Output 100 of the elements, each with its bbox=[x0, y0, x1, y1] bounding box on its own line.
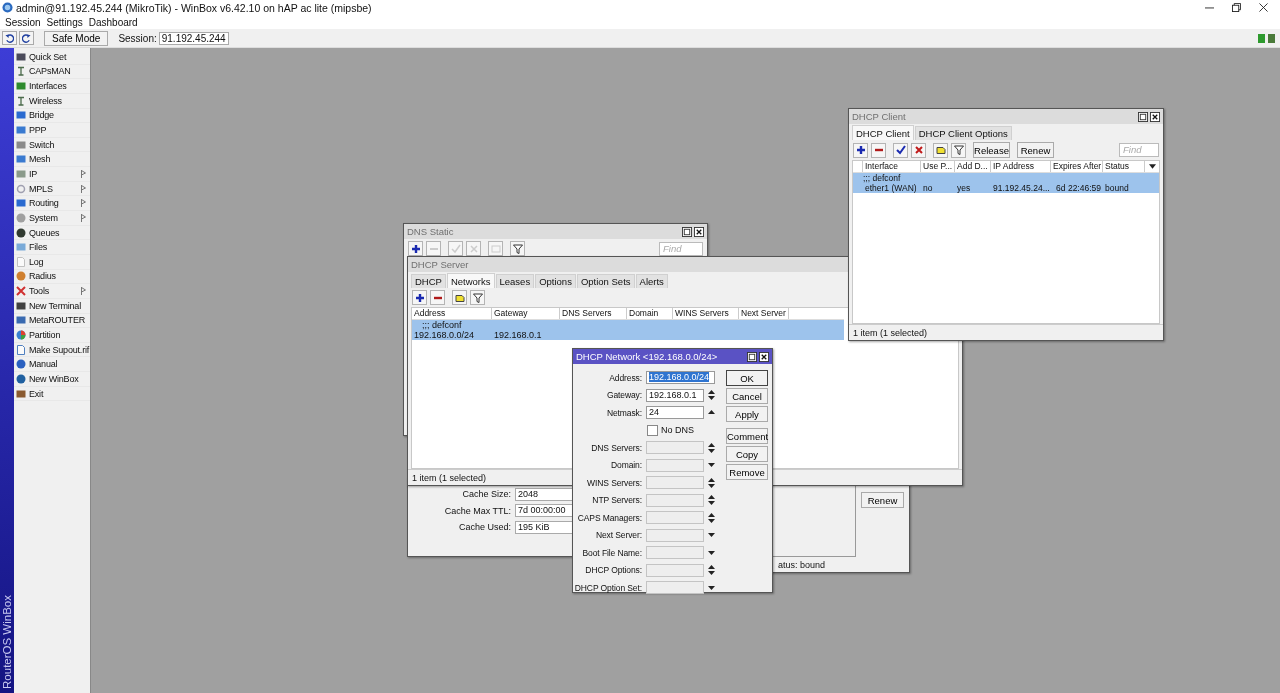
sidebar-item[interactable]: Mesh bbox=[14, 152, 90, 168]
sidebar-item[interactable]: Queues bbox=[14, 225, 90, 241]
dialog-button[interactable]: Cancel bbox=[726, 388, 768, 404]
sidebar-item[interactable]: New Terminal bbox=[14, 298, 90, 314]
add-button[interactable] bbox=[853, 142, 868, 158]
tab[interactable]: Alerts bbox=[635, 274, 668, 288]
disable-button[interactable] bbox=[911, 142, 926, 158]
sidebar-item[interactable]: Manual bbox=[14, 357, 90, 373]
dialog-button[interactable]: OK bbox=[726, 370, 768, 386]
renew-button[interactable]: Renew bbox=[861, 492, 904, 508]
sidebar-item[interactable]: Bridge bbox=[14, 108, 90, 124]
circle-icon bbox=[16, 373, 26, 384]
input-field[interactable]: 192.168.0.0/24 bbox=[646, 371, 715, 385]
brand-text: RouterOS WinBox bbox=[1, 595, 13, 689]
field-label: Address: bbox=[608, 372, 643, 383]
menu-item[interactable]: Settings bbox=[43, 16, 86, 28]
tab[interactable]: Option Sets bbox=[576, 274, 635, 288]
maximize-icon[interactable] bbox=[1138, 111, 1148, 122]
dialog-button[interactable]: Comment bbox=[726, 428, 768, 444]
tab[interactable]: DHCP Client Options bbox=[914, 126, 1012, 140]
dropdown-icon[interactable] bbox=[1149, 164, 1156, 169]
sidebar-item[interactable]: Make Supout.rif bbox=[14, 342, 90, 358]
maximize-icon[interactable] bbox=[747, 351, 757, 362]
safe-mode-button[interactable]: Safe Mode bbox=[44, 30, 109, 46]
dialog-button[interactable]: Remove bbox=[726, 464, 768, 480]
close-icon[interactable] bbox=[1259, 3, 1268, 12]
restore-icon[interactable] bbox=[1232, 3, 1241, 12]
sidebar-item[interactable]: Switch bbox=[14, 137, 90, 153]
checkbox[interactable] bbox=[647, 424, 658, 436]
close-icon[interactable] bbox=[759, 351, 769, 362]
input-field[interactable]: 24 bbox=[646, 406, 704, 420]
enable-button[interactable] bbox=[893, 142, 908, 158]
comment-button[interactable] bbox=[452, 290, 467, 305]
field-label: DHCP Option Set: bbox=[573, 582, 643, 593]
sidebar-item[interactable]: Wireless bbox=[14, 93, 90, 109]
app-icon bbox=[2, 2, 13, 13]
comment-row[interactable]: ;;; defconf bbox=[412, 320, 844, 330]
close-icon[interactable] bbox=[694, 226, 704, 237]
table-cell-text: yes bbox=[956, 183, 972, 193]
table-row[interactable]: ether1 (WAN) no yes 91.192.45.24... 6d 22:46:59 bound bbox=[853, 183, 1159, 193]
tab[interactable]: DHCP bbox=[411, 274, 446, 288]
undo-button[interactable] bbox=[2, 31, 17, 45]
close-icon[interactable] bbox=[1150, 111, 1160, 122]
column-header[interactable]: Status bbox=[1103, 161, 1145, 172]
column-header[interactable]: Interface bbox=[863, 161, 921, 172]
dialog-button[interactable]: Apply bbox=[726, 406, 768, 422]
column-header[interactable]: DNS Servers bbox=[560, 308, 627, 319]
add-button[interactable] bbox=[408, 241, 423, 256]
column-header[interactable]: Next Server bbox=[739, 308, 789, 319]
column-header[interactable]: WINS Servers bbox=[673, 308, 739, 319]
add-button[interactable] bbox=[412, 290, 427, 305]
filter-button[interactable] bbox=[510, 241, 525, 256]
column-header[interactable]: Add D... bbox=[955, 161, 991, 172]
column-header[interactable]: Expires After bbox=[1051, 161, 1103, 172]
sidebar-item[interactable]: System bbox=[14, 211, 90, 226]
sidebar-item[interactable]: Tools bbox=[14, 284, 90, 299]
toolbar-button[interactable]: Release bbox=[973, 142, 1010, 158]
dialog-button[interactable]: Copy bbox=[726, 446, 768, 462]
column-header[interactable]: Address bbox=[412, 308, 492, 319]
square-icon bbox=[16, 242, 26, 253]
table-row[interactable]: 192.168.0.0/24 192.168.0.1 bbox=[412, 330, 844, 340]
sidebar-item[interactable]: MPLS bbox=[14, 181, 90, 197]
tab[interactable]: DHCP Client bbox=[852, 125, 914, 140]
sidebar-item[interactable]: Radius bbox=[14, 269, 90, 285]
cross-icon bbox=[913, 145, 924, 155]
tab[interactable]: Options bbox=[535, 274, 576, 288]
sidebar-item[interactable]: Exit bbox=[14, 386, 90, 402]
square-icon bbox=[16, 300, 26, 311]
tab[interactable]: Leases bbox=[495, 274, 535, 288]
comment-row[interactable]: ;;; defconf bbox=[853, 173, 1159, 183]
remove-button[interactable] bbox=[871, 142, 886, 158]
filter-button[interactable] bbox=[951, 142, 966, 158]
maximize-icon[interactable] bbox=[682, 226, 692, 237]
sidebar-item[interactable]: Quick Set bbox=[14, 50, 90, 65]
toolbar-button[interactable]: Renew bbox=[1017, 142, 1054, 158]
redo-button[interactable] bbox=[19, 31, 34, 45]
sidebar-item[interactable]: Routing bbox=[14, 196, 90, 212]
input-field[interactable]: 192.168.0.1 bbox=[646, 388, 704, 402]
table-cell-text: bound bbox=[1104, 183, 1130, 193]
pie-icon bbox=[16, 330, 26, 340]
menu-item[interactable]: Session bbox=[2, 16, 44, 28]
sidebar-item[interactable]: New WinBox bbox=[14, 372, 90, 387]
sidebar-item[interactable]: IP bbox=[14, 167, 90, 182]
column-header[interactable]: Domain bbox=[627, 308, 673, 319]
sidebar-item[interactable]: Partition bbox=[14, 328, 90, 343]
sidebar-item[interactable]: MetaROUTER bbox=[14, 313, 90, 329]
filter-button[interactable] bbox=[470, 290, 485, 305]
sidebar-item[interactable]: Interfaces bbox=[14, 79, 90, 94]
column-header[interactable]: Gateway bbox=[492, 308, 560, 319]
tab[interactable]: Networks bbox=[446, 273, 495, 288]
comment-button[interactable] bbox=[933, 142, 948, 158]
sidebar-item[interactable]: PPP bbox=[14, 123, 90, 138]
column-header[interactable]: IP Address bbox=[991, 161, 1051, 172]
sidebar-item[interactable]: CAPsMAN bbox=[14, 64, 90, 80]
sidebar-item[interactable]: Log bbox=[14, 254, 90, 270]
session-field[interactable]: 91.192.45.244 bbox=[158, 31, 229, 45]
remove-button[interactable] bbox=[430, 290, 445, 305]
menu-item[interactable]: Dashboard bbox=[85, 16, 141, 28]
column-header[interactable]: Use P... bbox=[921, 161, 955, 172]
sidebar-item[interactable]: Files bbox=[14, 240, 90, 255]
